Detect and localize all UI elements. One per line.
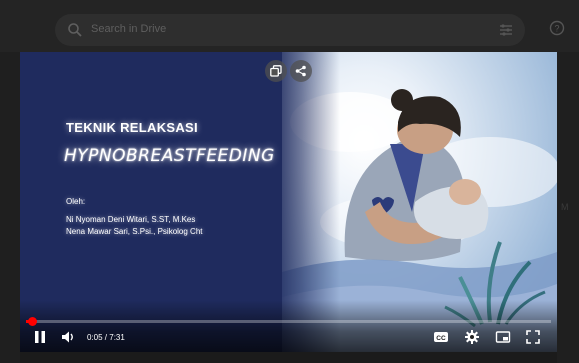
share-icon (295, 65, 306, 77)
slide-author: Ni Nyoman Deni Witari, S.ST, M.Kes (66, 215, 196, 224)
miniplayer-icon[interactable] (495, 329, 511, 345)
progress-scrubber[interactable] (27, 317, 37, 326)
fullscreen-icon[interactable] (525, 329, 541, 345)
volume-icon[interactable] (60, 329, 76, 345)
drive-right-panel: M (557, 52, 579, 363)
progress-bar[interactable] (26, 317, 551, 326)
svg-text:CC: CC (436, 335, 446, 342)
side-peek-text: M (561, 202, 569, 212)
drive-header: Search in Drive ? (0, 0, 579, 52)
slide-title: TEKNIK RELAKSASI (66, 120, 198, 135)
settings-icon[interactable] (464, 329, 480, 345)
svg-text:?: ? (554, 24, 559, 34)
search-placeholder: Search in Drive (91, 23, 167, 35)
slide-author: Nena Mawar Sari, S.Psi., Psikolog Cht (66, 227, 203, 236)
share-button[interactable] (290, 60, 312, 82)
filter-icon[interactable] (499, 23, 513, 37)
captions-icon[interactable]: CC (433, 329, 449, 345)
slide-by-label: Oleh: (66, 197, 86, 206)
drive-search-bar[interactable]: Search in Drive (55, 14, 525, 46)
time-display: 0:05 / 7:31 (87, 333, 125, 342)
pause-icon[interactable] (32, 329, 48, 345)
copy-icon (270, 65, 282, 77)
search-icon (68, 23, 82, 37)
slide-subtitle: HYPNOBREASTFEEDING (64, 146, 275, 166)
help-icon[interactable]: ? (549, 20, 565, 36)
video-player[interactable]: TEKNIK RELAKSASI HYPNOBREASTFEEDING Oleh… (20, 52, 557, 352)
copy-link-button[interactable] (265, 60, 287, 82)
drive-left-panel (0, 52, 20, 363)
